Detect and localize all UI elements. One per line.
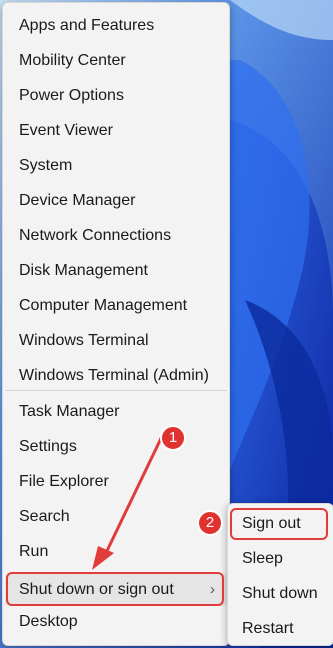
submenu-item-sleep[interactable]: Sleep bbox=[230, 543, 330, 575]
menu-item-label: Desktop bbox=[19, 613, 78, 630]
menu-item-run[interactable]: Run bbox=[5, 536, 227, 568]
menu-item-network-connections[interactable]: Network Connections bbox=[5, 220, 227, 252]
menu-item-label: Run bbox=[19, 543, 49, 560]
menu-item-settings[interactable]: Settings bbox=[5, 431, 227, 463]
menu-item-windows-terminal[interactable]: Windows Terminal bbox=[5, 325, 227, 357]
menu-item-device-manager[interactable]: Device Manager bbox=[5, 185, 227, 217]
menu-item-desktop[interactable]: Desktop bbox=[5, 606, 227, 638]
menu-separator bbox=[5, 390, 227, 391]
menu-item-search[interactable]: Search bbox=[5, 501, 227, 533]
submenu-item-restart[interactable]: Restart bbox=[230, 613, 330, 645]
menu-item-label: Settings bbox=[19, 438, 77, 455]
step-badge-1: 1 bbox=[160, 425, 186, 451]
menu-item-apps-and-features[interactable]: Apps and Features bbox=[5, 10, 227, 42]
step-badge-2: 2 bbox=[197, 510, 223, 536]
menu-item-power-options[interactable]: Power Options bbox=[5, 80, 227, 112]
menu-item-mobility-center[interactable]: Mobility Center bbox=[5, 45, 227, 77]
menu-item-disk-management[interactable]: Disk Management bbox=[5, 255, 227, 287]
menu-item-system[interactable]: System bbox=[5, 150, 227, 182]
menu-item-windows-terminal-admin[interactable]: Windows Terminal (Admin) bbox=[5, 360, 227, 392]
menu-item-label: Task Manager bbox=[19, 403, 120, 420]
menu-item-computer-management[interactable]: Computer Management bbox=[5, 290, 227, 322]
highlight-shut-down-item bbox=[6, 572, 224, 606]
winx-context-menu: Apps and Features Mobility Center Power Op… bbox=[2, 2, 230, 646]
menu-item-label: File Explorer bbox=[19, 473, 109, 490]
highlight-sign-out-item bbox=[230, 508, 328, 540]
menu-item-task-manager[interactable]: Task Manager bbox=[5, 396, 227, 428]
submenu-item-shut-down[interactable]: Shut down bbox=[230, 578, 330, 610]
menu-item-event-viewer[interactable]: Event Viewer bbox=[5, 115, 227, 147]
menu-item-label: Search bbox=[19, 508, 70, 525]
menu-item-file-explorer[interactable]: File Explorer bbox=[5, 466, 227, 498]
